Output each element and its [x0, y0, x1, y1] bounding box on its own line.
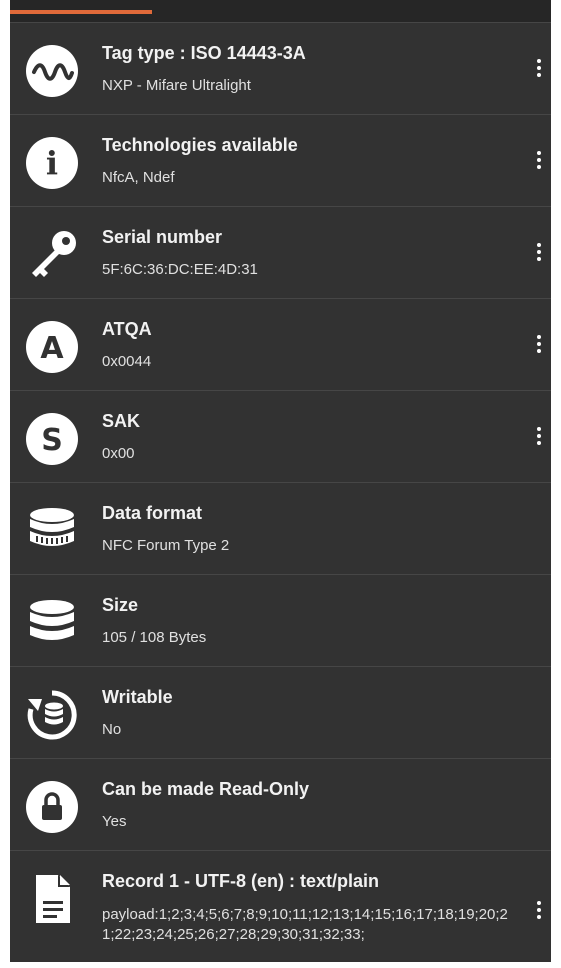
row-tag-type[interactable]: Tag type : ISO 14443-3A NXP - Mifare Ult… [10, 22, 551, 114]
wave-signal-icon [26, 45, 78, 97]
row-title: Size [102, 595, 139, 615]
row-title: Writable [102, 687, 173, 707]
overflow-menu-icon[interactable] [529, 53, 549, 83]
row-writable: Writable No [10, 666, 551, 758]
row-title: SAK [102, 411, 141, 431]
row-value: 0x00 [102, 445, 135, 462]
row-title: Can be made Read-Only [102, 779, 310, 799]
info-icon: i [26, 137, 78, 189]
progress-indicator [10, 10, 152, 14]
lock-icon [26, 781, 78, 833]
row-size: Size 105 / 108 Bytes [10, 574, 551, 666]
overflow-menu-icon[interactable] [529, 895, 549, 925]
row-value: Yes [102, 813, 127, 830]
overflow-menu-icon[interactable] [529, 421, 549, 451]
row-sak[interactable]: S SAK 0x00 [10, 390, 551, 482]
document-icon [26, 873, 78, 925]
letter-a-glyph: A [40, 331, 64, 366]
overflow-menu-icon[interactable] [529, 145, 549, 175]
row-value: NfcA, Ndef [102, 169, 175, 186]
letter-s-icon: S [26, 413, 78, 465]
key-icon [26, 229, 78, 281]
database-icon [26, 597, 78, 649]
row-value: NFC Forum Type 2 [102, 537, 230, 554]
row-read-only: Can be made Read-Only Yes [10, 758, 551, 850]
database-refresh-icon [26, 689, 78, 741]
row-serial-number[interactable]: Serial number 5F:6C:36:DC:EE:4D:31 [10, 206, 551, 298]
overflow-menu-icon[interactable] [529, 237, 549, 267]
row-title: Record 1 - UTF-8 (en) : text/plain [102, 871, 380, 891]
row-value: 105 / 108 Bytes [102, 629, 207, 646]
row-data-format: Data format NFC Forum Type 2 [10, 482, 551, 574]
row-title: Tag type : ISO 14443-3A [102, 43, 306, 63]
row-record-1[interactable]: Record 1 - UTF-8 (en) : text/plain paylo… [10, 850, 551, 968]
row-value: 5F:6C:36:DC:EE:4D:31 [102, 261, 258, 278]
overflow-menu-icon[interactable] [529, 329, 549, 359]
row-title: Data format [102, 503, 203, 523]
row-value: payload:1;2;3;4;5;6;7;8;9;10;11;12;13;14… [102, 906, 508, 943]
row-title: Technologies available [102, 135, 298, 155]
row-value: 0x0044 [102, 353, 152, 370]
row-value: NXP - Mifare Ultralight [102, 77, 251, 94]
row-title: Serial number [102, 227, 223, 247]
letter-a-icon: A [26, 321, 78, 373]
info-glyph: i [46, 144, 58, 182]
row-technologies[interactable]: i Technologies available NfcA, Ndef [10, 114, 551, 206]
row-title: ATQA [102, 319, 152, 339]
row-value: No [102, 721, 122, 738]
database-format-icon [26, 505, 78, 557]
letter-s-glyph: S [41, 423, 63, 458]
row-atqa[interactable]: A ATQA 0x0044 [10, 298, 551, 390]
